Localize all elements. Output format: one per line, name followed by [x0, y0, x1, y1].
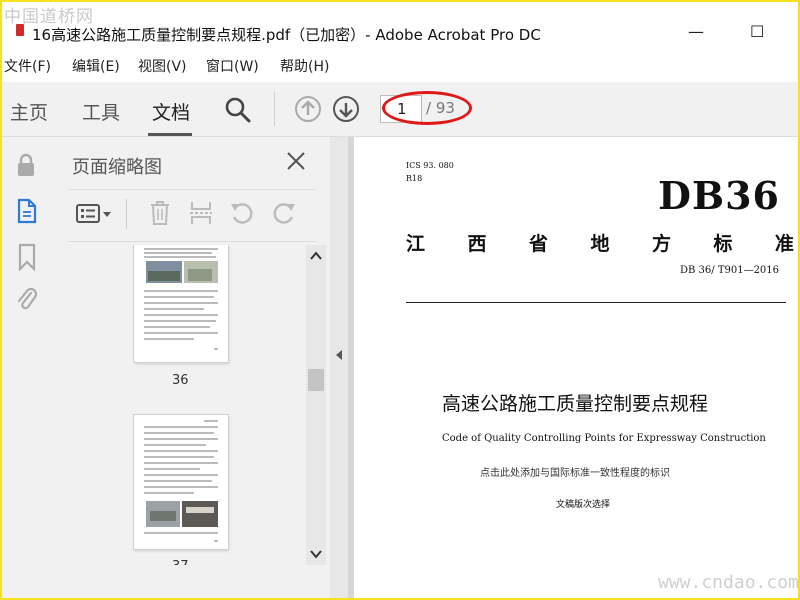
standard-char: 省: [528, 233, 548, 255]
standard-type-title: 江 西 省 地 方 标 准: [406, 229, 794, 256]
document-page: ICS 93. 080 R18 DB36 江 西 省 地 方 标 准 DB 36…: [354, 137, 798, 598]
thumbnail-panel: 页面缩略图 36: [54, 137, 330, 598]
standard-code: DB36: [658, 173, 780, 218]
thumbnail-label: 36: [172, 373, 189, 388]
options-menu-icon[interactable]: [74, 201, 114, 227]
thumbnail-list: 36: [68, 245, 304, 565]
extract-pages-icon[interactable]: [188, 199, 214, 227]
standard-char: 标: [713, 233, 733, 255]
thumbnail-scrollbar[interactable]: [306, 245, 326, 565]
app-window: 中国道桥网 16高速公路施工质量控制要点规程.pdf（已加密）- Adobe A…: [0, 0, 800, 600]
scroll-down-icon[interactable]: [310, 549, 322, 559]
tab-tools[interactable]: 工具: [82, 98, 120, 125]
panel-collapse-divider[interactable]: [330, 137, 348, 598]
menu-bar: 文件(F) 编辑(E) 视图(V) 窗口(W) 帮助(H): [2, 56, 798, 78]
collapse-arrow-icon[interactable]: [334, 349, 344, 361]
panel-separator: [68, 241, 316, 242]
paperclip-icon[interactable]: [16, 285, 38, 313]
active-tab-indicator: [148, 133, 192, 136]
page-thumbnails-icon[interactable]: [16, 197, 38, 225]
menu-window[interactable]: 窗口(W): [206, 56, 259, 76]
arrow-down-circle-icon[interactable]: [332, 95, 360, 123]
window-title: 16高速公路施工质量控制要点规程.pdf（已加密）- Adobe Acrobat…: [32, 26, 541, 44]
tab-document[interactable]: 文档: [152, 98, 190, 125]
scroll-up-icon[interactable]: [310, 251, 322, 261]
search-icon[interactable]: [224, 96, 252, 124]
menu-help[interactable]: 帮助(H): [280, 56, 329, 76]
panel-toolbar-separator: [126, 199, 127, 229]
draft-version[interactable]: 文稿版次选择: [556, 497, 610, 510]
page-thumbnail-36[interactable]: [134, 245, 228, 362]
menu-view[interactable]: 视图(V): [138, 56, 187, 76]
horizontal-rule: [406, 302, 786, 303]
menu-edit[interactable]: 编辑(E): [72, 56, 120, 76]
document-number: DB 36/ T901—2016: [680, 265, 780, 276]
standard-char: 准: [774, 233, 794, 255]
standard-char: 方: [651, 233, 671, 255]
toolbar-separator: [274, 92, 275, 126]
consistency-note[interactable]: 点击此处添加与国际标准一致性程度的标识: [480, 464, 670, 479]
navigation-rail: [2, 137, 55, 598]
maximize-button[interactable]: ☐: [750, 22, 764, 41]
bookmark-icon[interactable]: [18, 243, 36, 271]
ics-code: ICS 93. 080: [406, 161, 454, 170]
rotate-left-icon[interactable]: [228, 199, 256, 227]
standard-char: 地: [590, 233, 610, 255]
title-bar: 中国道桥网 16高速公路施工质量控制要点规程.pdf（已加密）- Adobe A…: [2, 2, 798, 44]
lock-icon[interactable]: [16, 153, 36, 177]
highlight-ellipse: [382, 91, 472, 125]
minimize-button[interactable]: —: [688, 22, 704, 41]
document-title-cn: 高速公路施工质量控制要点规程: [442, 393, 709, 415]
page-thumbnail-37[interactable]: [134, 415, 228, 549]
arrow-up-circle-icon[interactable]: [294, 95, 322, 123]
thumbnail-label: 37: [172, 559, 189, 565]
tab-home[interactable]: 主页: [10, 98, 48, 125]
standard-char: 江: [406, 233, 426, 255]
document-title-en: Code of Quality Controlling Points for E…: [442, 433, 766, 444]
panel-separator: [68, 189, 316, 190]
trash-icon[interactable]: [148, 199, 172, 227]
watermark-bottom: www.cndao.com: [658, 572, 799, 593]
panel-title: 页面缩略图: [72, 157, 162, 178]
document-viewer: ICS 93. 080 R18 DB36 江 西 省 地 方 标 准 DB 36…: [348, 137, 798, 598]
standard-char: 西: [467, 233, 487, 255]
rotate-right-icon[interactable]: [270, 199, 298, 227]
close-icon[interactable]: [286, 151, 306, 171]
classification-code: R18: [406, 174, 423, 183]
scrollbar-thumb[interactable]: [308, 369, 324, 391]
menu-file[interactable]: 文件(F): [4, 56, 51, 76]
pdf-file-icon: [16, 24, 24, 36]
